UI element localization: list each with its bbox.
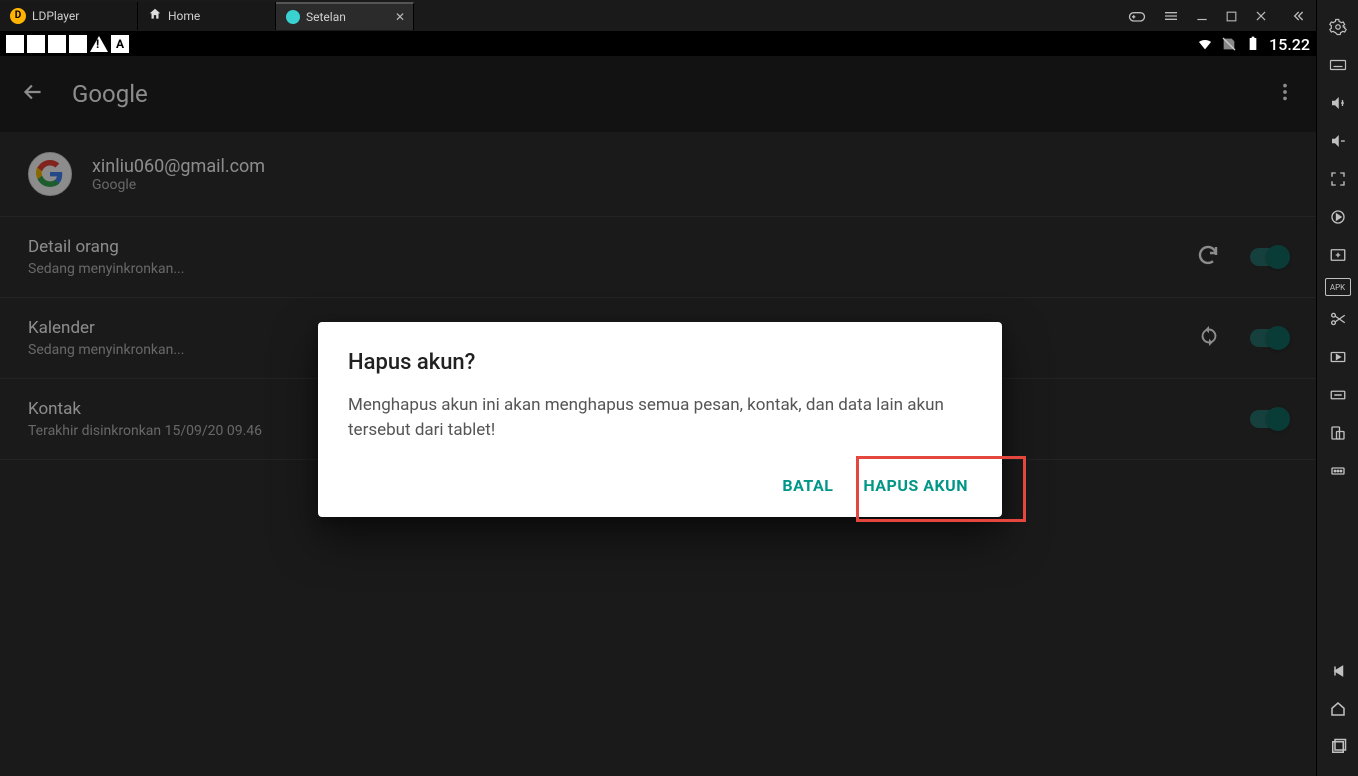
android-back-icon[interactable] [1317,656,1358,686]
settings-gear-icon [286,10,300,24]
tab-setelan[interactable]: Setelan ✕ [276,2,414,30]
emulator-sidebar: APK [1316,0,1358,776]
sidebar-keyboard-icon[interactable] [1317,50,1358,80]
ldplayer-logo-icon: D [10,8,26,24]
app-tab-ldplayer[interactable]: D LDPlayer [0,2,138,30]
tab-label: Setelan [306,10,346,24]
sidebar-scissors-icon[interactable] [1317,304,1358,334]
minimize-window-icon[interactable] [1195,9,1209,23]
collapse-sidebar-icon[interactable] [1290,8,1306,24]
dialog-body: Menghapus akun ini akan menghapus semua … [348,393,972,442]
sidebar-volume-down-icon[interactable] [1317,126,1358,156]
sidebar-fullscreen-icon[interactable] [1317,164,1358,194]
android-surface: Google xinliu060@gmail.com Google [0,56,1316,776]
sidebar-more-icon[interactable] [1317,456,1358,486]
sidebar-settings-icon[interactable] [1317,12,1358,42]
delete-account-button[interactable]: HAPUS AKUN [863,476,968,495]
notification-placeholder-icon [27,35,45,53]
sidebar-rotate-icon[interactable] [1317,418,1358,448]
notification-placeholder-icon [48,35,66,53]
notification-placeholder-icon [6,35,24,53]
tab-home[interactable]: Home [138,2,276,30]
sidebar-sync-icon[interactable] [1317,202,1358,232]
tab-label: Home [168,9,200,23]
warning-icon [90,36,108,52]
gamepad-icon[interactable] [1127,6,1147,26]
keyboard-indicator-icon: A [111,35,129,53]
wifi-icon [1197,36,1213,52]
app-name-label: LDPlayer [32,9,79,23]
sidebar-multi-instance-icon[interactable] [1317,240,1358,270]
sidebar-operation-record-icon[interactable] [1317,380,1358,410]
cancel-button[interactable]: BATAL [782,476,833,495]
menu-icon[interactable] [1163,8,1179,24]
battery-icon [1245,36,1261,52]
clock-label: 15.22 [1269,35,1310,54]
sidebar-apk-icon[interactable]: APK [1325,278,1351,296]
notification-placeholder-icon [69,35,87,53]
maximize-window-icon[interactable] [1225,10,1238,23]
window-titlebar: D LDPlayer Home Setelan ✕ [0,0,1316,32]
home-icon [148,7,162,24]
android-status-bar: A 15.22 [0,32,1316,56]
sidebar-volume-up-icon[interactable] [1317,88,1358,118]
close-tab-icon[interactable]: ✕ [395,10,405,24]
sidebar-video-icon[interactable] [1317,342,1358,372]
close-window-icon[interactable] [1254,9,1268,23]
android-home-icon[interactable] [1317,694,1358,724]
android-recents-icon[interactable] [1317,732,1358,762]
confirm-delete-dialog: Hapus akun? Menghapus akun ini akan meng… [318,322,1002,517]
no-sim-icon [1221,36,1237,52]
dialog-title: Hapus akun? [348,350,972,375]
